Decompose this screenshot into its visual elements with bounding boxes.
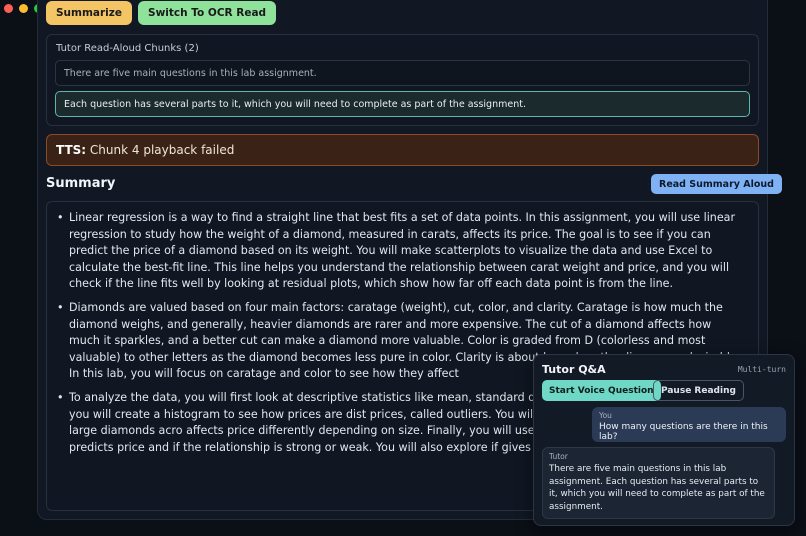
minimize-window-button[interactable] xyxy=(19,4,28,13)
read-aloud-chunks-panel: Tutor Read-Aloud Chunks (2) There are fi… xyxy=(46,34,759,126)
close-window-button[interactable] xyxy=(4,4,13,13)
tts-error-banner: TTS: Chunk 4 playback failed xyxy=(46,134,759,166)
user-message: You How many questions are there in this… xyxy=(592,407,786,442)
tts-label: TTS: xyxy=(56,143,87,157)
chunk-item[interactable]: There are five main questions in this la… xyxy=(55,60,750,86)
switch-to-ocr-button[interactable]: Switch To OCR Read xyxy=(138,1,277,25)
message-role: Tutor xyxy=(549,452,568,461)
summary-heading: Summary xyxy=(46,176,116,191)
message-text: There are five main questions in this la… xyxy=(549,464,765,512)
message-text: How many questions are there in this lab… xyxy=(599,422,768,442)
message-role: You xyxy=(599,411,612,420)
summary-bullet: Linear regression is a way to find a str… xyxy=(57,210,744,293)
tutor-message: Tutor There are five main questions in t… xyxy=(542,447,775,519)
toolbar: Summarize Switch To OCR Read xyxy=(46,1,277,25)
summarize-button[interactable]: Summarize xyxy=(46,1,133,25)
qa-mode-label: Multi-turn xyxy=(737,365,786,374)
tts-message: Chunk 4 playback failed xyxy=(89,143,235,157)
qa-title: Tutor Q&A xyxy=(542,363,606,376)
pause-reading-button[interactable]: Pause Reading xyxy=(653,380,744,401)
chunks-title: Tutor Read-Aloud Chunks (2) xyxy=(56,43,199,54)
start-voice-question-button[interactable]: Start Voice Question xyxy=(542,380,661,401)
read-summary-aloud-button[interactable]: Read Summary Aloud xyxy=(651,174,782,194)
chunk-item-active[interactable]: Each question has several parts to it, w… xyxy=(55,91,750,117)
tutor-qa-panel: Tutor Q&A Multi-turn Start Voice Questio… xyxy=(533,354,795,526)
